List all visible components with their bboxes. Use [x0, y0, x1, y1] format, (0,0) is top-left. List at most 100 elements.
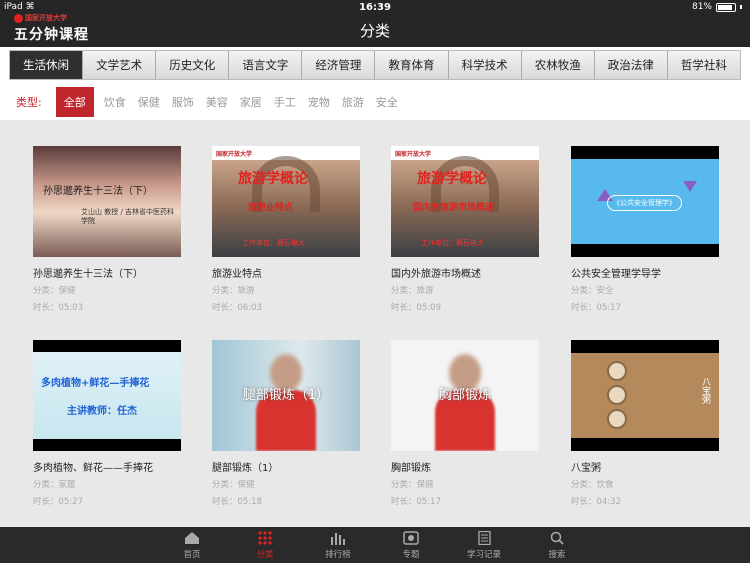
video-duration: 时长：04:32 [571, 497, 621, 507]
video-category: 分类：保健 [33, 286, 76, 296]
bar-chart-icon [331, 532, 345, 545]
thumbnail-subtitle: 旅游业特点 [248, 203, 294, 213]
video-thumbnail[interactable]: 多肉植物+鲜花—手捧花 主讲教师：任杰 [33, 340, 181, 451]
video-title[interactable]: 多肉植物、鲜花——手捧花 [33, 459, 181, 474]
video-title[interactable]: 胸部锻炼 [391, 459, 539, 474]
video-card[interactable]: 国家开放大学 旅游学概论 国内外旅游市场概述 工作单位：磐石电大 国内外旅游市场… [391, 146, 539, 313]
type-filter-item[interactable]: 保健 [138, 94, 160, 110]
thumbnail-header: 国家开放大学 [395, 151, 432, 158]
type-filter-item[interactable]: 美容 [206, 94, 228, 110]
thumbnail-subtitle: 国内外旅游市场概述 [413, 203, 495, 213]
tab-label: 搜索 [548, 549, 566, 560]
thumbnail-text: 《公共安全管理学》 [607, 195, 682, 211]
notebook-icon [478, 530, 491, 545]
category-tab-7[interactable]: 农林牧渔 [522, 51, 595, 79]
video-card[interactable]: 孙思邈养生十三法（下） 艾山山 教授 / 吉林省中医药科学院 孙思邈养生十三法（… [33, 146, 181, 313]
video-card[interactable]: 《公共安全管理学》 公共安全管理学导学 分类：安全 时长：05:17 [571, 146, 719, 313]
thumbnail-header: 国家开放大学 [216, 151, 253, 158]
type-filter: 类型: 全部 饮食 保健 服饰 美容 家居 手工 宠物 旅游 安全 [16, 87, 410, 117]
video-duration: 时长：06:03 [212, 303, 262, 313]
thumbnail-title: 旅游学概论 [417, 171, 487, 187]
type-filter-item[interactable]: 旅游 [342, 94, 364, 110]
video-category: 分类：旅游 [391, 286, 434, 296]
thumbnail-line2: 主讲教师：任杰 [67, 406, 137, 417]
tab-ranking[interactable]: 排行榜 [308, 527, 368, 563]
bowl-image [607, 409, 627, 429]
category-tab-0[interactable]: 生活休闲 [10, 51, 84, 79]
type-filter-item[interactable]: 安全 [376, 94, 398, 110]
video-category: 分类：保健 [212, 480, 255, 490]
video-title[interactable]: 孙思邈养生十三法（下） [33, 265, 181, 280]
home-icon [185, 531, 199, 544]
tab-label: 学习记录 [466, 549, 501, 560]
category-tab-5[interactable]: 教育体育 [375, 51, 449, 79]
video-title[interactable]: 公共安全管理学导学 [571, 265, 719, 280]
video-thumbnail[interactable]: 孙思邈养生十三法（下） 艾山山 教授 / 吉林省中医药科学院 [33, 146, 181, 257]
battery-percent: 81% [691, 2, 712, 12]
video-duration: 时长：05:03 [33, 303, 83, 313]
video-category: 分类：家居 [33, 480, 76, 490]
bowl-image [607, 361, 627, 381]
video-duration: 时长：05:27 [33, 497, 83, 507]
type-filter-item[interactable]: 家居 [240, 94, 262, 110]
category-tab-8[interactable]: 政治法律 [595, 51, 668, 79]
video-title[interactable]: 旅游业特点 [212, 265, 360, 280]
category-tabs: 生活休闲 文学艺术 历史文化 语言文字 经济管理 教育体育 科学技术 农林牧渔 … [9, 50, 741, 80]
video-duration: 时长：05:09 [391, 303, 441, 313]
type-filter-item-all[interactable]: 全部 [55, 87, 94, 117]
tab-label: 首页 [183, 549, 201, 560]
video-thumbnail[interactable]: 胸部锻炼 [391, 340, 539, 451]
video-card[interactable]: 胸部锻炼 胸部锻炼 分类：保健 时长：05:17 [391, 340, 539, 507]
category-tab-4[interactable]: 经济管理 [302, 51, 376, 79]
tab-label: 分类 [256, 549, 274, 560]
video-card[interactable]: 腿部锻炼（1） 腿部锻炼（1） 分类：保健 时长：05:18 [212, 340, 360, 507]
video-card[interactable]: 八宝粥 八宝粥 分类：饮食 时长：04:32 [571, 340, 719, 507]
battery-icon [716, 2, 736, 12]
tab-label: 排行榜 [325, 549, 351, 560]
type-filter-item[interactable]: 宠物 [308, 94, 330, 110]
thumbnail-text: 八宝粥 [700, 377, 710, 404]
status-time: 16:39 [359, 2, 391, 13]
bowl-image [607, 385, 627, 405]
video-duration: 时长：05:17 [571, 303, 621, 313]
video-title[interactable]: 腿部锻炼（1） [212, 459, 360, 474]
search-icon [550, 531, 564, 545]
video-duration: 时长：05:17 [391, 497, 441, 507]
tab-study-record[interactable]: 学习记录 [454, 527, 514, 563]
thumbnail-text: 孙思邈养生十三法（下） [43, 186, 153, 197]
video-category: 分类：保健 [391, 480, 434, 490]
video-card[interactable]: 国家开放大学 旅游学概论 旅游业特点 工作单位：磐石电大 旅游业特点 分类：旅游… [212, 146, 360, 313]
tab-search[interactable]: 搜索 [527, 527, 587, 563]
category-tab-3[interactable]: 语言文字 [229, 51, 303, 79]
video-thumbnail[interactable]: 《公共安全管理学》 [571, 146, 719, 257]
thumbnail-footer: 工作单位：磐石电大 [421, 239, 484, 247]
bottom-tab-bar: 首页 分类 排行榜 专题 学习记录 搜索 [0, 527, 750, 563]
thumbnail-subtext: 艾山山 教授 / 吉林省中医药科学院 [81, 208, 175, 225]
video-thumbnail[interactable]: 腿部锻炼（1） [212, 340, 360, 451]
tab-home[interactable]: 首页 [162, 527, 222, 563]
category-tab-6[interactable]: 科学技术 [449, 51, 522, 79]
topic-icon [403, 530, 419, 545]
video-thumbnail[interactable]: 八宝粥 [571, 340, 719, 451]
video-card[interactable]: 多肉植物+鲜花—手捧花 主讲教师：任杰 多肉植物、鲜花——手捧花 分类：家居 时… [33, 340, 181, 507]
tab-label: 专题 [402, 549, 420, 560]
category-tab-2[interactable]: 历史文化 [156, 51, 230, 79]
type-filter-item[interactable]: 饮食 [104, 94, 126, 110]
thumbnail-text: 胸部锻炼 [438, 388, 491, 403]
video-title[interactable]: 八宝粥 [571, 459, 719, 474]
tab-category[interactable]: 分类 [235, 527, 295, 563]
video-category: 分类：安全 [571, 286, 614, 296]
video-category: 分类：饮食 [571, 480, 614, 490]
triangle-shape [683, 181, 697, 192]
video-thumbnail[interactable]: 国家开放大学 旅游学概论 国内外旅游市场概述 工作单位：磐石电大 [391, 146, 539, 257]
video-category: 分类：旅游 [212, 286, 255, 296]
type-filter-item[interactable]: 服饰 [172, 94, 194, 110]
category-tab-9[interactable]: 哲学社科 [668, 51, 740, 79]
category-tab-1[interactable]: 文学艺术 [83, 51, 157, 79]
type-filter-item[interactable]: 手工 [274, 94, 296, 110]
video-title[interactable]: 国内外旅游市场概述 [391, 265, 539, 280]
tab-topic[interactable]: 专题 [381, 527, 441, 563]
grid-icon [258, 530, 272, 545]
thumbnail-footer: 工作单位：磐石电大 [242, 239, 305, 247]
video-thumbnail[interactable]: 国家开放大学 旅游学概论 旅游业特点 工作单位：磐石电大 [212, 146, 360, 257]
